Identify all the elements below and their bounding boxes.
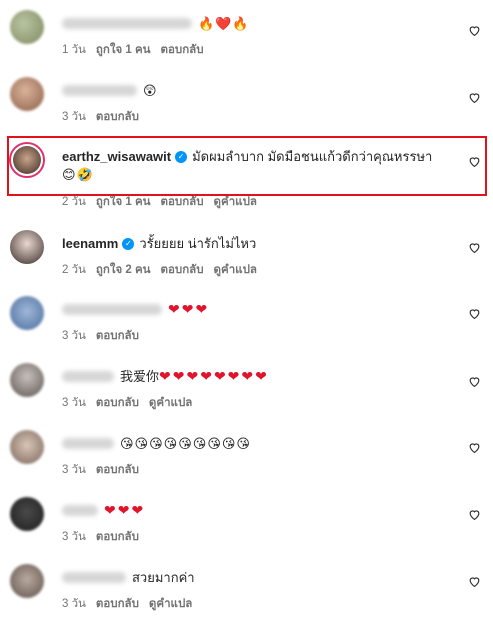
avatar[interactable] [10, 10, 44, 44]
reply-button[interactable]: ตอบกลับ [161, 261, 204, 279]
avatar[interactable] [10, 497, 44, 531]
blurred-username[interactable] [62, 371, 114, 382]
comment-text: ❤❤❤ [104, 502, 146, 518]
comment-item: ❤❤❤ 3 วัน ตอบกลับ [0, 495, 493, 561]
heart-outline-icon[interactable] [468, 241, 481, 254]
avatar[interactable] [10, 77, 44, 111]
see-translation-button[interactable]: ดูคำแปล [149, 595, 192, 613]
avatar[interactable] [10, 363, 44, 397]
comment-text: มัดผมลำบาก มัดมือชนแก้วดีกว่าคุณหรรษา [192, 149, 433, 164]
comment-time: 3 วัน [62, 598, 86, 610]
blurred-username[interactable] [62, 18, 192, 29]
comment-time: 2 วัน [62, 196, 86, 208]
comment-text: ❤❤❤ [168, 301, 210, 317]
verified-badge-icon: ✓ [122, 237, 135, 250]
heart-outline-icon[interactable] [468, 155, 481, 168]
reply-button[interactable]: ตอบกลับ [96, 595, 139, 613]
comment-time: 3 วัน [62, 111, 86, 123]
reply-button[interactable]: ตอบกลับ [96, 461, 139, 479]
comment-hearts: ❤❤❤❤❤❤❤❤ [159, 368, 269, 384]
reply-button[interactable]: ตอบกลับ [161, 193, 204, 211]
blurred-username[interactable] [62, 85, 137, 96]
likes-count-link[interactable]: ถูกใจ 1 คน [96, 193, 151, 211]
heart-outline-icon[interactable] [468, 307, 481, 320]
comment-item: earthz_wisawawit ✓ มัดผมลำบาก มัดมือชนแก… [0, 141, 493, 208]
comment-item: 我爱你 ❤❤❤❤❤❤❤❤ 3 วัน ตอบกลับ ดูคำแปล [0, 361, 493, 427]
see-translation-button[interactable]: ดูคำแปล [149, 394, 192, 412]
blurred-username[interactable] [62, 438, 114, 449]
avatar[interactable] [10, 564, 44, 598]
comment-item: 🔥❤️🔥 1 วัน ถูกใจ 1 คน ตอบกลับ [0, 8, 493, 74]
see-translation-button[interactable]: ดูคำแปล [214, 193, 257, 211]
reply-button[interactable]: ตอบกลับ [96, 327, 139, 345]
comment-text: 😲 [143, 83, 158, 98]
see-translation-button[interactable]: ดูคำแปล [214, 261, 257, 279]
comment-text: 😘😘😘😘😘😘😘😘😘 [120, 436, 251, 451]
comment-time: 3 วัน [62, 330, 86, 342]
heart-outline-icon[interactable] [468, 441, 481, 454]
reply-button[interactable]: ตอบกลับ [96, 108, 139, 126]
username[interactable]: earthz_wisawawit [62, 148, 171, 165]
username[interactable]: leenamm [62, 235, 118, 252]
comment-item: ❤❤❤ 3 วัน ตอบกลับ [0, 294, 493, 360]
comment-text: วรั้ยยยย น่ารักไม่ไหว [139, 236, 257, 251]
heart-outline-icon[interactable] [468, 24, 481, 37]
likes-count-link[interactable]: ถูกใจ 1 คน [96, 41, 151, 59]
reply-button[interactable]: ตอบกลับ [96, 394, 139, 412]
comment-time: 3 วัน [62, 464, 86, 476]
heart-outline-icon[interactable] [468, 91, 481, 104]
comment-item: 😲 3 วัน ตอบกลับ [0, 75, 493, 141]
reply-button[interactable]: ตอบกลับ [161, 41, 204, 59]
reply-button[interactable]: ตอบกลับ [96, 528, 139, 546]
blurred-username[interactable] [62, 304, 162, 315]
likes-count-link[interactable]: ถูกใจ 2 คน [96, 261, 151, 279]
avatar[interactable] [10, 430, 44, 464]
comment-text-continued: 😊🤣 [62, 167, 94, 182]
blurred-username[interactable] [62, 572, 126, 583]
comment-text: 我爱你 [120, 369, 160, 384]
heart-outline-icon[interactable] [468, 575, 481, 588]
comment-text: สวยมากค่า [132, 570, 195, 585]
avatar[interactable] [10, 296, 44, 330]
avatar-with-story-ring[interactable] [9, 142, 45, 178]
comment-item: leenamm ✓ วรั้ยยยย น่ารักไม่ไหว 2 วัน ถู… [0, 228, 493, 294]
heart-outline-icon[interactable] [468, 508, 481, 521]
comment-time: 3 วัน [62, 531, 86, 543]
heart-outline-icon[interactable] [468, 375, 481, 388]
comment-time: 2 วัน [62, 264, 86, 276]
blurred-username[interactable] [62, 505, 98, 516]
comment-item: สวยมากค่า 3 วัน ตอบกลับ ดูคำแปล [0, 562, 493, 628]
avatar[interactable] [10, 230, 44, 264]
verified-badge-icon: ✓ [175, 150, 188, 163]
comment-item: 😘😘😘😘😘😘😘😘😘 3 วัน ตอบกลับ [0, 428, 493, 494]
comment-time: 3 วัน [62, 397, 86, 409]
comment-text: 🔥❤️🔥 [198, 16, 250, 31]
comment-time: 1 วัน [62, 44, 86, 56]
